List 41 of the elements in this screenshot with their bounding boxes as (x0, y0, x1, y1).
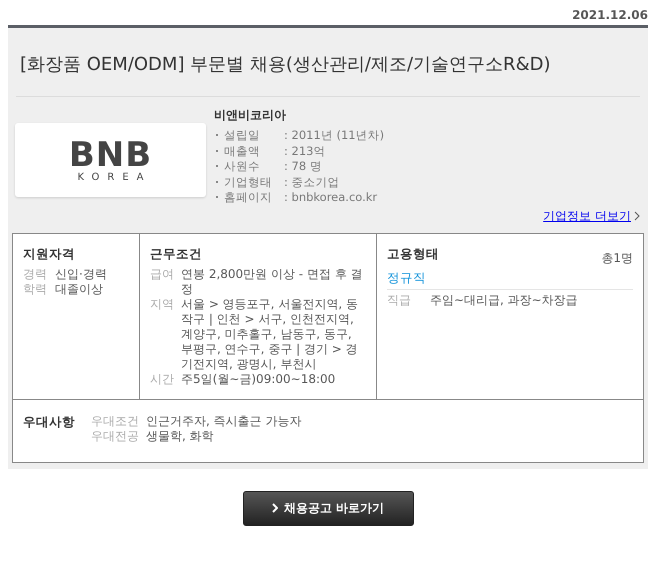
chevron-icon (634, 211, 640, 221)
field-value: 생물학, 화학 (146, 428, 215, 444)
field-label: 우대전공 (91, 428, 140, 444)
info-label: 설립일 (214, 128, 284, 144)
company-info-link[interactable]: 기업정보 더보기 (543, 208, 631, 224)
field-label: 지역 (150, 296, 175, 312)
apply-button[interactable]: 채용공고 바로가기 (242, 490, 414, 526)
info-value: : 78 명 (284, 159, 322, 174)
field-value: 연봉 2,800만원 이상 - 면접 후 결정 (181, 266, 364, 296)
section-heading: 고용형태 (387, 246, 439, 262)
field-value: 인근거주자, 즉시출근 가능자 (146, 414, 302, 428)
logo-subtitle: KOREA (78, 172, 152, 182)
field-label: 경력 (23, 266, 48, 282)
info-value: : 중소기업 (284, 174, 340, 190)
info-label: 매출액 (214, 144, 284, 159)
field-label: 급여 (150, 266, 175, 282)
field-label: 학력 (23, 282, 48, 296)
section-heading: 지원자격 (23, 246, 76, 262)
chevron-icon (272, 503, 278, 513)
section-heading: 우대사항 (23, 414, 75, 430)
job-title: [화장품 OEM/ODM] 부문별 채용(생산관리/제조/기술연구소R&D) (16, 28, 640, 97)
field-label: 시간 (150, 372, 175, 386)
field-value: 신입·경력 (55, 266, 108, 282)
info-label: 홈페이지 (214, 190, 284, 206)
field-value: 대졸이상 (55, 282, 104, 296)
info-value: : bnbkorea.co.kr (284, 190, 378, 206)
field-label: 직급 (387, 292, 412, 308)
info-value: : 213억 (284, 144, 326, 159)
field-value: 서울 > 영등포구, 서울전지역, 동작구 | 인천 > 서구, 인천전지역, 계양구, 미추홀구, 남동구, 동구, 부평구, 연수구, 중구 | 경기 > 경기전지역, 광명시, 부천시 (181, 296, 359, 372)
info-label: 기업형태 (214, 174, 284, 190)
section-heading: 근무조건 (150, 246, 203, 262)
employment-type: 정규직 (387, 270, 426, 284)
company-name: 비앤비코리아 (214, 107, 287, 124)
post-date: 2021.12.06 (572, 8, 648, 24)
info-value: : 2011년 (11년차) (284, 128, 384, 144)
headcount: 총1명 (601, 250, 633, 266)
info-label: 사원수 (214, 159, 284, 174)
field-value: 주임~대리급, 과장~차장급 (430, 292, 579, 308)
logo-wordmark: BNB (68, 138, 152, 172)
field-value: 주5일(월~금)09:00~18:00 (181, 372, 336, 386)
field-label: 우대조건 (91, 414, 140, 428)
